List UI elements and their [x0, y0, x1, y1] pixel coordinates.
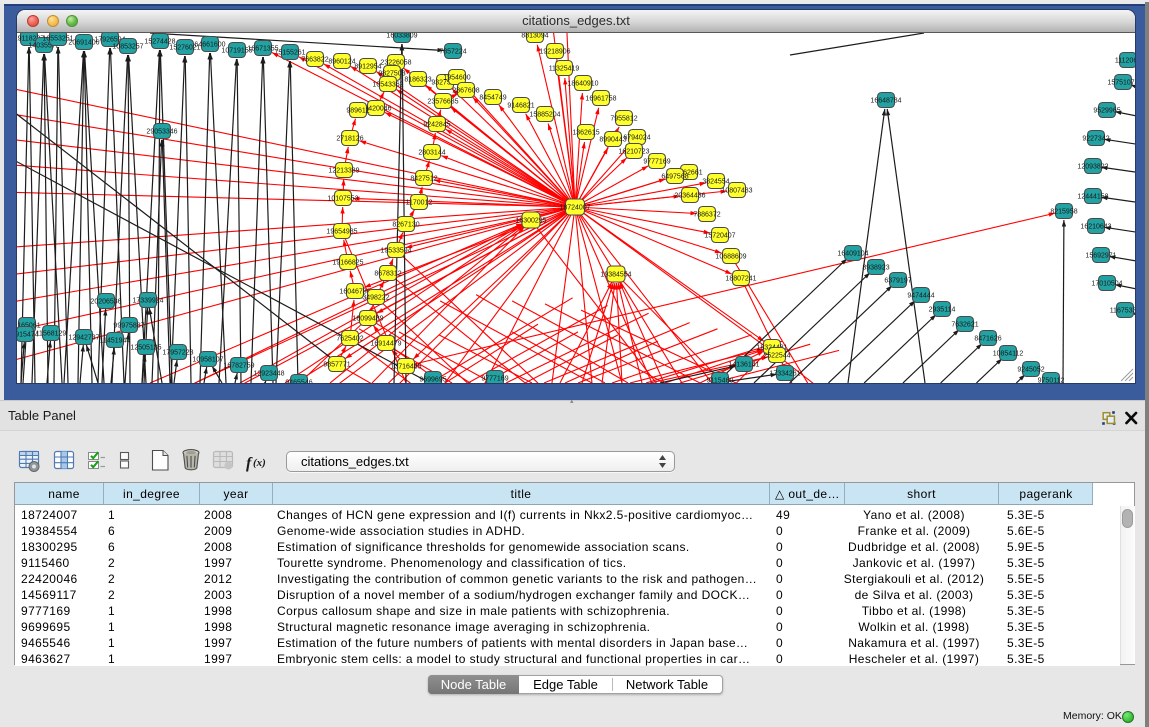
- svg-text:1112061: 1112061: [1115, 57, 1135, 64]
- svg-text:10807483: 10807483: [721, 187, 752, 194]
- svg-text:19533594: 19533594: [380, 247, 411, 254]
- svg-text:10688609: 10688609: [715, 253, 746, 260]
- svg-text:8960124: 8960124: [328, 58, 355, 65]
- svg-text:16648784: 16648784: [870, 97, 901, 104]
- svg-text:9777169: 9777169: [481, 375, 508, 382]
- svg-text:989612: 989612: [346, 107, 369, 114]
- svg-text:2935114: 2935114: [929, 306, 956, 313]
- svg-text:3824554: 3824554: [702, 178, 729, 185]
- svg-text:18807241: 18807241: [725, 275, 756, 282]
- svg-text:12213389: 12213389: [328, 167, 359, 174]
- svg-text:3498222: 3498222: [362, 294, 389, 301]
- svg-text:18099489: 18099489: [352, 315, 383, 322]
- svg-text:8813094: 8813094: [521, 33, 548, 39]
- svg-text:1954600: 1954600: [443, 74, 470, 81]
- svg-text:9465546: 9465546: [285, 379, 312, 383]
- svg-text:29053346: 29053346: [146, 128, 177, 135]
- svg-text:17339924: 17339924: [132, 297, 163, 304]
- svg-text:8215958: 8215958: [1050, 208, 1077, 215]
- svg-text:75155261: 75155261: [274, 49, 305, 56]
- svg-text:7857224: 7857224: [439, 48, 466, 55]
- svg-text:9115460: 9115460: [707, 377, 734, 383]
- svg-text:16914479: 16914479: [370, 340, 401, 347]
- svg-text:10853257: 10853257: [112, 43, 143, 50]
- svg-text:7955812: 7955812: [610, 115, 637, 122]
- svg-text:15720407: 15720407: [704, 232, 735, 239]
- svg-text:99975887: 99975887: [113, 322, 144, 329]
- svg-text:23576685: 23576685: [427, 98, 458, 105]
- svg-text:10107553: 10107553: [327, 195, 358, 202]
- svg-text:8186323: 8186323: [404, 76, 431, 83]
- svg-text:20206536: 20206536: [90, 298, 121, 305]
- svg-text:17957223: 17957223: [162, 349, 193, 356]
- svg-text:7886372: 7886372: [693, 211, 720, 218]
- svg-text:10958107: 10958107: [192, 356, 223, 363]
- svg-text:10854112: 10854112: [993, 350, 1024, 357]
- svg-text:19384554: 19384554: [600, 271, 631, 278]
- svg-text:12505135: 12505135: [130, 344, 161, 351]
- svg-text:8267130: 8267130: [392, 221, 419, 228]
- svg-text:12942737: 12942737: [68, 334, 99, 341]
- svg-text:16409104: 16409104: [837, 250, 868, 257]
- svg-text:2718126: 2718126: [336, 135, 363, 142]
- svg-text:11568129: 11568129: [36, 330, 67, 337]
- svg-text:f: f: [246, 455, 253, 472]
- svg-text:9529965: 9529965: [1093, 107, 1120, 114]
- svg-text:9699695: 9699695: [419, 376, 446, 383]
- svg-text:16961758: 16961758: [585, 95, 616, 102]
- svg-text:6497568: 6497568: [661, 173, 688, 180]
- svg-text:6794024: 6794024: [623, 134, 650, 141]
- svg-text:12444158: 12444158: [1077, 193, 1108, 200]
- svg-text:16033809: 16033809: [386, 33, 417, 39]
- svg-text:14136141: 14136141: [728, 361, 759, 368]
- svg-text:18300295: 18300295: [515, 217, 546, 224]
- svg-text:7632621: 7632621: [951, 321, 978, 328]
- svg-text:9242845: 9242845: [423, 121, 450, 128]
- svg-text:18724007: 18724007: [559, 204, 590, 211]
- svg-text:18640910: 18640910: [567, 80, 598, 87]
- svg-text:12093822: 12093822: [1077, 163, 1108, 170]
- svg-text:(x): (x): [253, 457, 266, 469]
- svg-text:9245052: 9245052: [1017, 366, 1044, 373]
- svg-text:9750112: 9750112: [1038, 377, 1065, 383]
- svg-text:12923448: 12923448: [253, 370, 284, 377]
- svg-text:17010504: 17010504: [1091, 280, 1122, 287]
- svg-text:19166825: 19166825: [332, 259, 363, 266]
- svg-text:2867608: 2867608: [452, 87, 479, 94]
- svg-text:19218906: 19218906: [539, 48, 570, 55]
- svg-text:9474444: 9474444: [907, 292, 934, 299]
- svg-text:9857771: 9857771: [323, 361, 350, 368]
- svg-text:2522544: 2522544: [763, 352, 790, 359]
- svg-text:8678312: 8678312: [374, 270, 401, 277]
- svg-text:8912954: 8912954: [354, 63, 381, 70]
- svg-text:15692971: 15692971: [1085, 252, 1116, 259]
- svg-text:2803144: 2803144: [418, 149, 445, 156]
- svg-text:11675334: 11675334: [1110, 307, 1135, 314]
- svg-text:1362615: 1362615: [572, 129, 599, 136]
- svg-text:8427512: 8427512: [410, 175, 437, 182]
- svg-text:16210723: 16210723: [618, 148, 649, 155]
- svg-text:15751074: 15751074: [1107, 79, 1135, 86]
- svg-text:9146821: 9146821: [507, 102, 534, 109]
- svg-text:9777169: 9777169: [643, 158, 670, 165]
- svg-text:1170012: 1170012: [406, 199, 433, 206]
- svg-text:8471626: 8471626: [974, 335, 1001, 342]
- svg-text:6379197: 6379197: [884, 277, 911, 284]
- svg-text:9227342: 9227342: [1082, 135, 1109, 142]
- svg-text:10543362: 10543362: [372, 81, 403, 88]
- svg-text:8938923: 8938923: [862, 264, 889, 271]
- svg-text:20364436: 20364436: [674, 192, 705, 199]
- svg-text:15885204: 15885204: [529, 111, 560, 118]
- svg-text:7663822: 7663822: [301, 56, 328, 63]
- svg-text:17334261: 17334261: [769, 370, 800, 377]
- svg-text:11325419: 11325419: [549, 65, 580, 72]
- svg-text:13716485: 13716485: [390, 363, 421, 370]
- svg-text:8454749: 8454749: [479, 94, 506, 101]
- svg-text:16782759: 16782759: [223, 362, 254, 369]
- svg-text:19654985: 19654985: [326, 228, 357, 235]
- svg-text:7625402: 7625402: [336, 335, 363, 342]
- svg-text:16210643: 16210643: [1080, 223, 1111, 230]
- svg-text:11451944: 11451944: [100, 337, 131, 344]
